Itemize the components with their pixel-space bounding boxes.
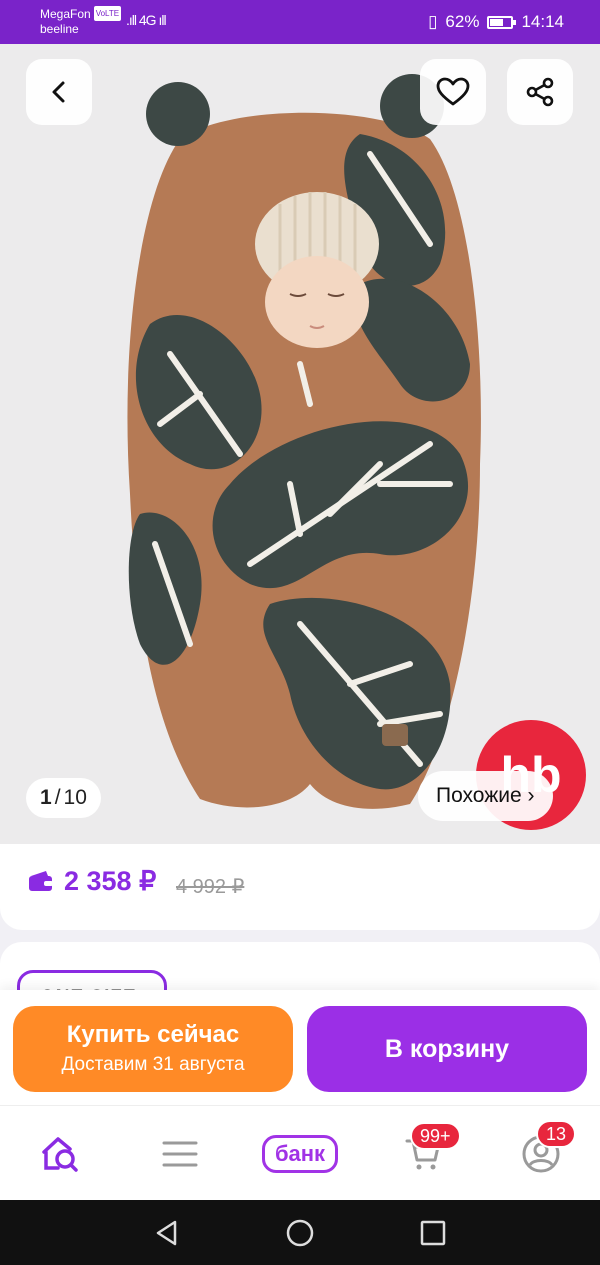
profile-badge: 13: [536, 1120, 577, 1148]
tab-profile[interactable]: 13: [496, 1106, 586, 1201]
status-right: ▯ 62% 14:14: [428, 12, 564, 32]
price-card: 2 358 ₽ 4 992 ₽: [0, 844, 600, 930]
current-price: 2 358 ₽: [64, 866, 157, 896]
old-price: 4 992 ₽: [176, 876, 245, 898]
back-button[interactable]: [26, 59, 92, 125]
clock: 14:14: [521, 12, 564, 31]
carrier-1: MegaFon: [40, 7, 91, 21]
buy-now-label: Купить сейчас: [66, 1021, 240, 1048]
nav-recents-button[interactable]: [413, 1213, 453, 1253]
buy-now-button[interactable]: Купить сейчас Доставим 31 августа: [13, 1006, 293, 1092]
triangle-back-icon: [156, 1220, 177, 1246]
square-recents-icon: [420, 1220, 446, 1246]
image-counter: 1 / 10: [26, 778, 101, 818]
menu-icon: [162, 1141, 198, 1166]
nav-back-button[interactable]: [147, 1213, 187, 1253]
home-search-icon: [42, 1136, 78, 1172]
signal-icon: .ıll 4G ıll: [126, 12, 167, 28]
product-gallery[interactable]: hb 1 / 10 Похожие ›: [0, 44, 600, 844]
tab-bank[interactable]: банк: [255, 1106, 345, 1201]
battery-icon: [487, 15, 517, 29]
heart-icon: [436, 77, 470, 106]
bottom-tabbar: банк 99+ 13: [0, 1105, 600, 1200]
counter-total: 10: [63, 786, 87, 809]
carrier-info: MegaFon VoLTE beeline: [40, 6, 122, 37]
vibrate-icon: ▯: [428, 12, 438, 31]
favorite-button[interactable]: [420, 59, 486, 125]
circle-home-icon: [286, 1219, 314, 1247]
tab-cart[interactable]: 99+: [378, 1106, 468, 1201]
battery-fill: [490, 18, 503, 26]
tab-home-search[interactable]: [15, 1106, 105, 1201]
chevron-left-icon: [52, 81, 65, 103]
battery-percent: 62%: [445, 12, 480, 31]
status-bar: MegaFon VoLTE beeline .ıll 4G ıll ▯ 62% 1…: [0, 0, 600, 44]
delivery-label: Доставим 31 августа: [61, 1054, 245, 1075]
share-button[interactable]: [507, 59, 573, 125]
bank-label: банк: [261, 1134, 339, 1173]
volte-tag: VoLTE: [93, 6, 122, 21]
tab-catalog[interactable]: [135, 1106, 225, 1201]
action-bar: Купить сейчас Доставим 31 августа В корз…: [0, 990, 600, 1105]
share-icon: [526, 77, 554, 107]
counter-separator: /: [54, 786, 61, 809]
similar-button[interactable]: Похожие ›: [418, 771, 553, 821]
nav-home-button[interactable]: [280, 1213, 320, 1253]
wallet-icon: [29, 871, 53, 891]
carrier-2: beeline: [40, 22, 79, 36]
counter-current: 1: [40, 786, 52, 809]
cart-badge: 99+: [410, 1122, 461, 1150]
add-to-cart-button[interactable]: В корзину: [307, 1006, 587, 1092]
system-nav-bar: [0, 1200, 600, 1265]
